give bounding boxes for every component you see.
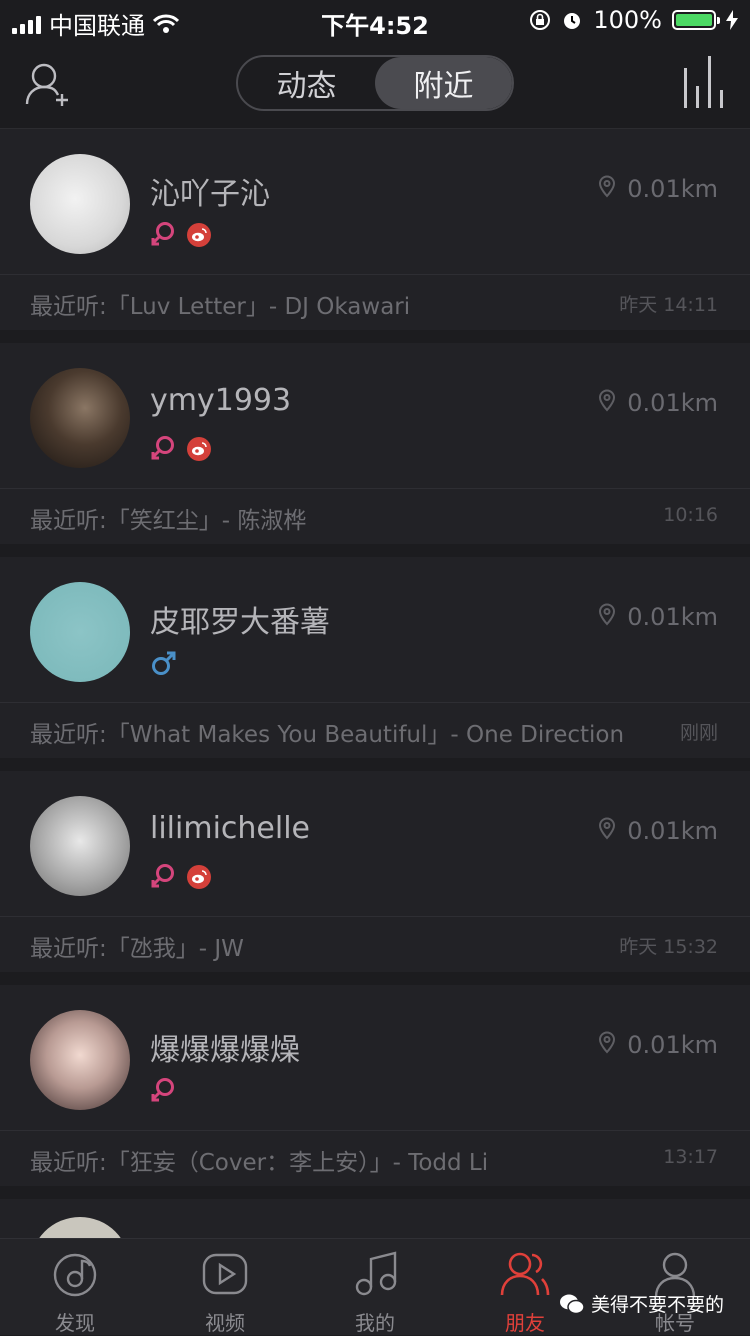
- wechat-icon: [559, 1294, 585, 1314]
- female-icon: [150, 435, 176, 467]
- distance-value: 0.01km: [627, 817, 718, 845]
- avatar[interactable]: [30, 582, 130, 682]
- recent-time: 10:16: [663, 504, 718, 526]
- female-icon: [150, 221, 176, 253]
- recent-track: 最近听:「狂妄（Cover：李上安）」- Todd Li: [30, 1150, 489, 1176]
- distance-value: 0.01km: [627, 175, 718, 203]
- friends-icon: [500, 1252, 550, 1296]
- user-card-header: 爆爆爆爆燥 0.01km: [0, 985, 750, 1131]
- recent-track: 最近听:「What Makes You Beautiful」- One Dire…: [30, 722, 625, 748]
- user-badges: [150, 435, 212, 467]
- watermark: 美得不要不要的: [559, 1290, 724, 1317]
- card-separator: [0, 972, 750, 985]
- music-icon: [355, 1251, 397, 1296]
- segment-control: 动态 附近: [236, 55, 514, 111]
- user-name[interactable]: 爆爆爆爆燥: [150, 1025, 300, 1069]
- tab-nearby[interactable]: 附近: [375, 57, 512, 109]
- playing-bars-icon[interactable]: [682, 56, 726, 108]
- recent-listen-row[interactable]: 最近听:「狂妄（Cover：李上安）」- Todd Li 13:17: [0, 1131, 750, 1186]
- user-card[interactable]: 皮耶罗大番薯 0.01km 最近听:「What Makes You Beautifu…: [0, 557, 750, 758]
- recent-listen-row[interactable]: 最近听:「Luv Letter」- DJ Okawari 昨天 14:11: [0, 275, 750, 330]
- user-name[interactable]: 沁吖子沁: [150, 169, 270, 213]
- user-card-header: 皮耶罗大番薯 0.01km: [0, 557, 750, 703]
- recent-listen-row[interactable]: 最近听:「What Makes You Beautiful」- One Dire…: [0, 703, 750, 758]
- recent-time: 昨天 15:32: [619, 936, 718, 958]
- battery-percent: 100%: [593, 6, 662, 34]
- user-card[interactable]: ymy1993 0.01km 最近听:「笑红尘」- 陈淑桦 10:16: [0, 343, 750, 544]
- recent-track: 最近听:「Luv Letter」- DJ Okawari: [30, 294, 411, 320]
- avatar[interactable]: [30, 1010, 130, 1110]
- video-icon: [202, 1253, 248, 1295]
- tab-friends[interactable]: 朋友: [450, 1239, 600, 1335]
- user-card-header: ymy1993 0.01km: [0, 343, 750, 489]
- tab-label: 发现: [55, 1311, 95, 1335]
- discover-icon: [53, 1253, 97, 1297]
- distance: 0.01km: [597, 602, 718, 632]
- recent-track: 最近听:「笑红尘」- 陈淑桦: [30, 508, 307, 534]
- watermark-text: 美得不要不要的: [590, 1294, 724, 1316]
- tab-discover[interactable]: 发现: [0, 1239, 150, 1335]
- location-pin-icon: [597, 174, 617, 204]
- tab-dynamic[interactable]: 动态: [238, 57, 375, 109]
- add-friend-icon[interactable]: [24, 60, 72, 108]
- recent-listen-row[interactable]: 最近听:「氹我」- JW 昨天 15:32: [0, 917, 750, 972]
- tab-label: 视频: [205, 1311, 245, 1335]
- avatar[interactable]: [30, 154, 130, 254]
- weibo-icon[interactable]: [186, 864, 212, 894]
- recent-time: 刚刚: [679, 722, 718, 744]
- top-nav: 动态 附近: [0, 40, 750, 129]
- location-pin-icon: [597, 1030, 617, 1060]
- user-card[interactable]: 沁吖子沁 0.01km 最近听:「Luv Letter」- DJ Okawari 昨天…: [0, 129, 750, 330]
- user-card[interactable]: lilimichelle 0.01km 最近听:「氹我」- JW 昨天 15:32: [0, 771, 750, 972]
- distance-value: 0.01km: [627, 1031, 718, 1059]
- location-pin-icon: [597, 388, 617, 418]
- battery-icon: [672, 10, 720, 30]
- status-bar: 中国联通 下午4:52 100%: [0, 0, 750, 40]
- recent-time: 昨天 14:11: [619, 294, 718, 316]
- bottom-tab-bar: 发现 视频 我的 朋友 帐号: [0, 1238, 750, 1335]
- alarm-icon: [564, 13, 581, 29]
- recent-track: 最近听:「氹我」- JW: [30, 936, 244, 962]
- charging-icon: [726, 10, 738, 30]
- distance-value: 0.01km: [627, 603, 718, 631]
- user-name[interactable]: 皮耶罗大番薯: [150, 597, 330, 641]
- female-icon: [150, 1077, 176, 1109]
- weibo-icon[interactable]: [186, 222, 212, 252]
- card-separator: [0, 1186, 750, 1199]
- user-badges: [150, 1077, 176, 1109]
- tab-video[interactable]: 视频: [150, 1239, 300, 1335]
- status-right: 100%: [529, 6, 738, 34]
- card-separator: [0, 544, 750, 557]
- weibo-icon[interactable]: [186, 436, 212, 466]
- user-card-header: 沁吖子沁 0.01km: [0, 129, 750, 275]
- tab-my-music[interactable]: 我的: [300, 1239, 450, 1335]
- user-badges: [150, 221, 212, 253]
- user-card[interactable]: 爆爆爆爆燥 0.01km 最近听:「狂妄（Cover：李上安）」- Todd Li 1…: [0, 985, 750, 1186]
- user-badges: [150, 649, 176, 681]
- location-pin-icon: [597, 602, 617, 632]
- distance: 0.01km: [597, 388, 718, 418]
- recent-time: 13:17: [663, 1146, 718, 1168]
- user-card-header: lilimichelle 0.01km: [0, 771, 750, 917]
- avatar[interactable]: [30, 368, 130, 468]
- recent-listen-row[interactable]: 最近听:「笑红尘」- 陈淑桦 10:16: [0, 489, 750, 544]
- user-card-partial[interactable]: [0, 1199, 750, 1317]
- rotation-lock-icon: [530, 10, 551, 30]
- female-icon: [150, 863, 176, 895]
- tab-label: 我的: [355, 1311, 395, 1335]
- user-badges: [150, 863, 212, 895]
- avatar[interactable]: [30, 796, 130, 896]
- card-separator: [0, 758, 750, 771]
- distance: 0.01km: [597, 174, 718, 204]
- user-name[interactable]: lilimichelle: [150, 811, 310, 846]
- location-pin-icon: [597, 816, 617, 846]
- distance-value: 0.01km: [627, 389, 718, 417]
- card-separator: [0, 330, 750, 343]
- tab-account[interactable]: 帐号: [600, 1239, 750, 1335]
- distance: 0.01km: [597, 1030, 718, 1060]
- distance: 0.01km: [597, 816, 718, 846]
- male-icon: [150, 649, 176, 681]
- user-name[interactable]: ymy1993: [150, 383, 291, 418]
